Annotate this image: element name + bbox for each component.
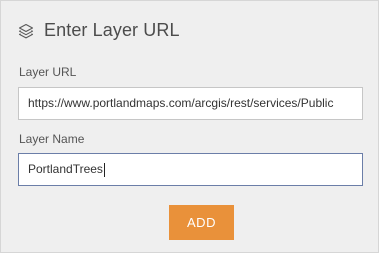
panel-title: Enter Layer URL (44, 20, 180, 40)
panel-header: Enter Layer URL (18, 20, 180, 41)
layer-url-label: Layer URL (19, 65, 77, 79)
layer-name-value: PortlandTrees (28, 162, 103, 176)
enter-layer-url-panel: Enter Layer URL Layer URL https://www.po… (0, 0, 379, 253)
layer-url-input[interactable]: https://www.portlandmaps.com/arcgis/rest… (18, 87, 363, 120)
layers-icon (18, 23, 34, 39)
text-caret (103, 162, 105, 177)
layer-name-label: Layer Name (19, 132, 85, 146)
add-button[interactable]: ADD (169, 205, 234, 240)
layer-name-input[interactable]: PortlandTrees (18, 153, 363, 186)
layer-url-value: https://www.portlandmaps.com/arcgis/rest… (28, 96, 334, 110)
